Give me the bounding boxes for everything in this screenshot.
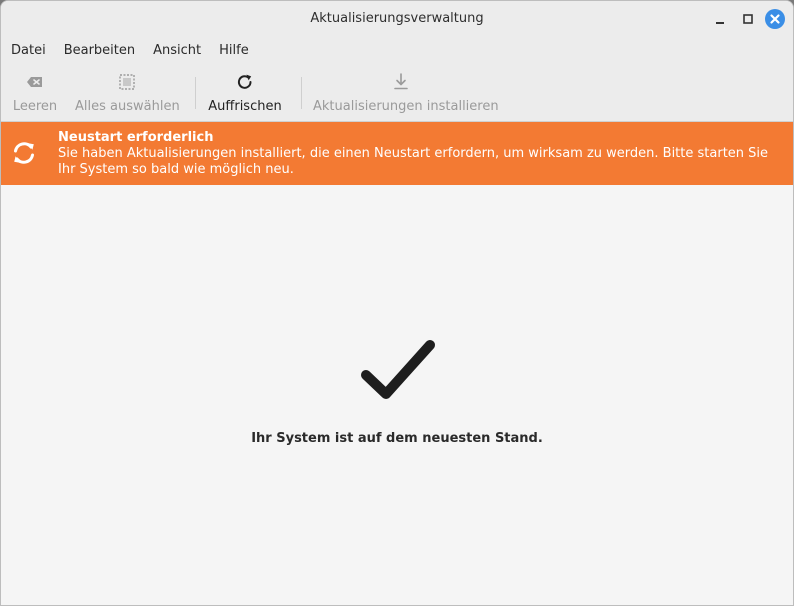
backspace-icon bbox=[27, 77, 42, 87]
toolbar-separator bbox=[195, 77, 196, 109]
toolbar: Leeren Alles auswählen Auffrischen Aktua… bbox=[1, 63, 793, 122]
refresh-button[interactable]: Auffrischen bbox=[205, 63, 285, 121]
menu-ansicht[interactable]: Ansicht bbox=[143, 43, 209, 58]
menu-hilfe[interactable]: Hilfe bbox=[209, 43, 257, 58]
restart-icon bbox=[14, 142, 34, 164]
select-all-button[interactable]: Alles auswählen bbox=[75, 63, 180, 121]
banner-title: Neustart erforderlich bbox=[58, 130, 214, 145]
refresh-label: Auffrischen bbox=[208, 99, 282, 114]
menu-bearbeiten[interactable]: Bearbeiten bbox=[54, 43, 143, 58]
close-icon bbox=[770, 14, 780, 24]
install-updates-label: Aktualisierungen installieren bbox=[313, 99, 499, 114]
title-bar: Aktualisierungsverwaltung bbox=[1, 1, 793, 37]
minimize-icon bbox=[716, 22, 724, 24]
select-all-label: Alles auswählen bbox=[75, 99, 180, 114]
maximize-icon bbox=[743, 14, 753, 24]
status-message: Ihr System ist auf dem neuesten Stand. bbox=[251, 431, 543, 446]
select-all-icon bbox=[119, 74, 135, 90]
maximize-button[interactable] bbox=[739, 10, 757, 28]
refresh-icon bbox=[237, 74, 252, 89]
install-updates-button[interactable]: Aktualisierungen installieren bbox=[313, 63, 499, 121]
clear-label: Leeren bbox=[12, 99, 58, 114]
banner-message: Sie haben Aktualisierungen installiert, … bbox=[58, 146, 769, 177]
close-button[interactable] bbox=[765, 9, 785, 29]
update-manager-window: Aktualisierungsverwaltung Datei Bearbeit… bbox=[0, 0, 794, 606]
download-icon bbox=[394, 73, 408, 90]
clear-button[interactable]: Leeren bbox=[9, 63, 61, 121]
menu-bar: Datei Bearbeiten Ansicht Hilfe bbox=[1, 37, 793, 63]
toolbar-separator bbox=[301, 77, 302, 109]
main-content: Ihr System ist auf dem neuesten Stand. bbox=[1, 185, 793, 605]
restart-required-banner: Neustart erforderlich Sie haben Aktualis… bbox=[1, 122, 793, 185]
window-title: Aktualisierungsverwaltung bbox=[310, 11, 484, 26]
minimize-button[interactable] bbox=[711, 10, 729, 28]
checkmark-icon bbox=[361, 340, 435, 399]
menu-datei[interactable]: Datei bbox=[1, 43, 54, 58]
